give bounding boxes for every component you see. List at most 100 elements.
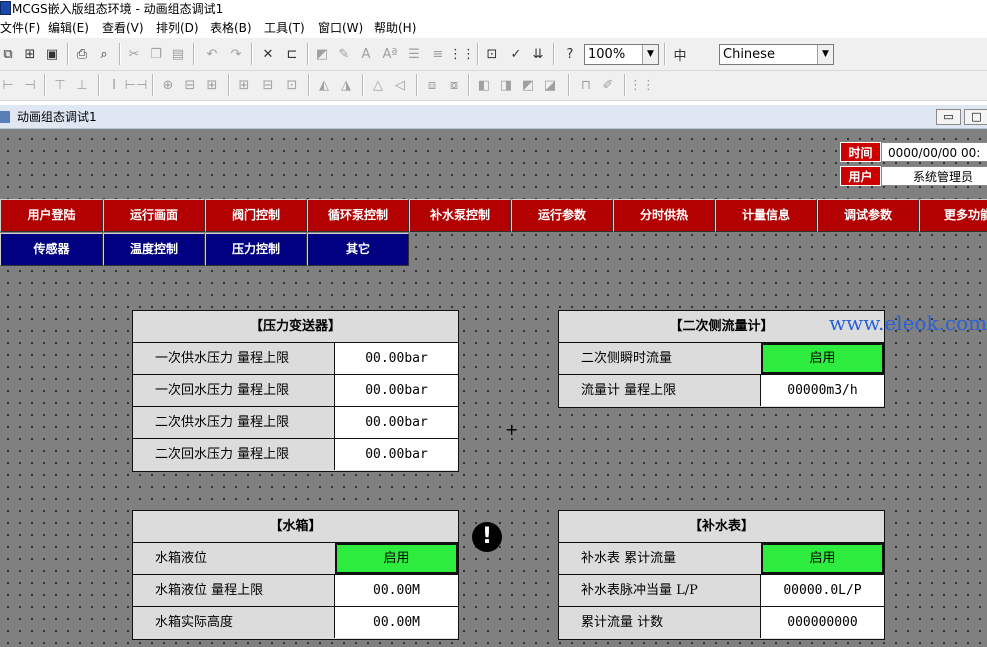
menu-table[interactable]: 表格(B) [210,20,252,36]
watermark-text: www.eleok.com [829,311,987,335]
fill-color-icon[interactable]: ◩ [312,44,332,64]
font-color-icon[interactable]: A [356,44,376,64]
enable-button[interactable]: 启用 [761,543,884,574]
chevron-down-icon[interactable]: ▼ [817,45,833,64]
font-icon[interactable]: Aª [380,44,400,64]
panel-title: 【补水表】 [559,511,884,543]
download-icon[interactable]: ⇊ [528,44,548,64]
nav-user-login[interactable]: 用户登陆 [0,199,103,232]
nav-metering-info[interactable]: 计量信息 [715,199,817,232]
check-icon[interactable]: ✓ [506,44,526,64]
zoom-select[interactable]: 100% ▼ [584,44,659,65]
value-input[interactable]: 00000.0L/P [760,575,884,606]
nav-other[interactable]: 其它 [307,233,409,266]
space-vertical-icon[interactable]: ⊟ [258,75,278,95]
value-input[interactable]: 00.00bar [334,407,458,438]
enable-button[interactable]: 启用 [335,543,458,574]
new-window-icon[interactable]: ⧉ [0,44,18,64]
toolbar-separator [468,74,470,96]
space-even-icon[interactable]: ⊞ [234,75,254,95]
nav-temperature-control[interactable]: 温度控制 [103,233,205,266]
print-icon[interactable]: ⎙ [72,44,92,64]
center-horizontal-icon[interactable]: ⊞ [202,75,222,95]
enable-button[interactable]: 启用 [761,343,884,374]
send-back-icon[interactable]: ◨ [496,75,516,95]
paste-icon[interactable]: ▤ [168,44,188,64]
line-color-icon[interactable]: ✎ [334,44,354,64]
nav-more[interactable]: 更多功能 [919,199,987,232]
edit-points-icon[interactable]: ✐ [598,75,618,95]
grid-snap-icon[interactable]: ⋮⋮ [629,75,655,95]
ungroup-icon[interactable]: ⧇ [444,75,464,95]
copy-icon[interactable]: ❐ [146,44,166,64]
align-top-icon[interactable]: ⊤ [50,75,70,95]
value-input[interactable]: 00000m3/h [760,375,884,406]
language-icon[interactable]: 中 [670,44,690,64]
redo-icon[interactable]: ↷ [226,44,246,64]
frame-icon[interactable]: ⊏ [282,44,302,64]
value-input[interactable]: 00.00bar [334,375,458,406]
same-height-icon[interactable]: I [104,75,124,95]
nav-run-screen[interactable]: 运行画面 [103,199,205,232]
design-canvas[interactable]: 时间 0000/00/00 00: 用户 系统管理员 用户登陆 运行画面 阀门控… [0,129,987,647]
align-bottom-icon[interactable]: ⊥ [72,75,92,95]
menu-view[interactable]: 查看(V) [102,20,144,36]
center-vertical-icon[interactable]: ⊟ [180,75,200,95]
nav-run-params[interactable]: 运行参数 [511,199,613,232]
flip-vertical-icon[interactable]: ◁ [390,75,410,95]
nav-timed-heating[interactable]: 分时供热 [613,199,715,232]
help-pointer-icon[interactable]: ? [560,44,580,64]
save-icon[interactable]: ▣ [42,44,62,64]
print-preview-icon[interactable]: ⌕ [94,44,114,64]
align-right-icon[interactable]: ⊣ [20,75,40,95]
lock-icon[interactable]: ⊓ [576,75,596,95]
menu-help[interactable]: 帮助(H) [374,20,416,36]
center-both-icon[interactable]: ⊕ [158,75,178,95]
space-horizontal-icon[interactable]: ⊡ [282,75,302,95]
nav-debug-params[interactable]: 调试参数 [817,199,919,232]
cut-icon[interactable]: ✂ [124,44,144,64]
nav-sensor[interactable]: 传感器 [0,233,103,266]
bring-forward-icon[interactable]: ◩ [518,75,538,95]
toolbar-separator [67,43,69,65]
row-label: 补水表脉冲当量 L/P [581,583,698,598]
align-left-icon[interactable]: ⊢ [0,75,18,95]
minimize-button[interactable]: ▭ [936,109,961,125]
line-type-icon[interactable]: ☰ [404,44,424,64]
nav-valve-control[interactable]: 阀门控制 [205,199,307,232]
menu-file[interactable]: 文件(F) [0,20,40,36]
value-input[interactable]: 00.00M [334,607,458,638]
toolbar-separator [568,74,570,96]
nav-makeup-pump[interactable]: 补水泵控制 [409,199,511,232]
value-input[interactable]: 000000000 [760,607,884,638]
toolbar-separator [553,43,555,65]
same-width-icon[interactable]: ⊢⊣ [125,75,148,95]
toolbar-separator [228,74,230,96]
menu-bar: 文件(F) 编辑(E) 查看(V) 排列(D) 表格(B) 工具(T) 窗口(W… [0,18,987,38]
value-input[interactable]: 00.00M [334,575,458,606]
grid-icon[interactable]: ⋮⋮ [449,44,475,64]
value-input[interactable]: 00.00bar [334,439,458,470]
nav-pressure-control[interactable]: 压力控制 [205,233,307,266]
alert-icon[interactable]: ! [472,522,502,552]
group-icon[interactable]: ⧈ [422,75,442,95]
language-select[interactable]: Chinese ▼ [719,44,834,65]
value-input[interactable]: 00.00bar [334,343,458,374]
rotate-left-icon[interactable]: ◭ [314,75,334,95]
line-width-icon[interactable]: ≡ [428,44,448,64]
open-project-icon[interactable]: ⊞ [20,44,40,64]
menu-window[interactable]: 窗口(W) [318,20,363,36]
properties-icon[interactable]: ⊡ [482,44,502,64]
send-backward-icon[interactable]: ◪ [540,75,560,95]
nav-circulation-pump[interactable]: 循环泵控制 [307,199,409,232]
menu-arrange[interactable]: 排列(D) [156,20,199,36]
flip-horizontal-icon[interactable]: △ [368,75,388,95]
chevron-down-icon[interactable]: ▼ [642,45,658,64]
rotate-right-icon[interactable]: ◮ [336,75,356,95]
menu-tools[interactable]: 工具(T) [264,20,305,36]
toolbox-icon[interactable]: ✕ [258,44,278,64]
undo-icon[interactable]: ↶ [202,44,222,64]
bring-front-icon[interactable]: ◧ [474,75,494,95]
menu-edit[interactable]: 编辑(E) [48,20,89,36]
maximize-button[interactable]: □ [964,109,987,125]
